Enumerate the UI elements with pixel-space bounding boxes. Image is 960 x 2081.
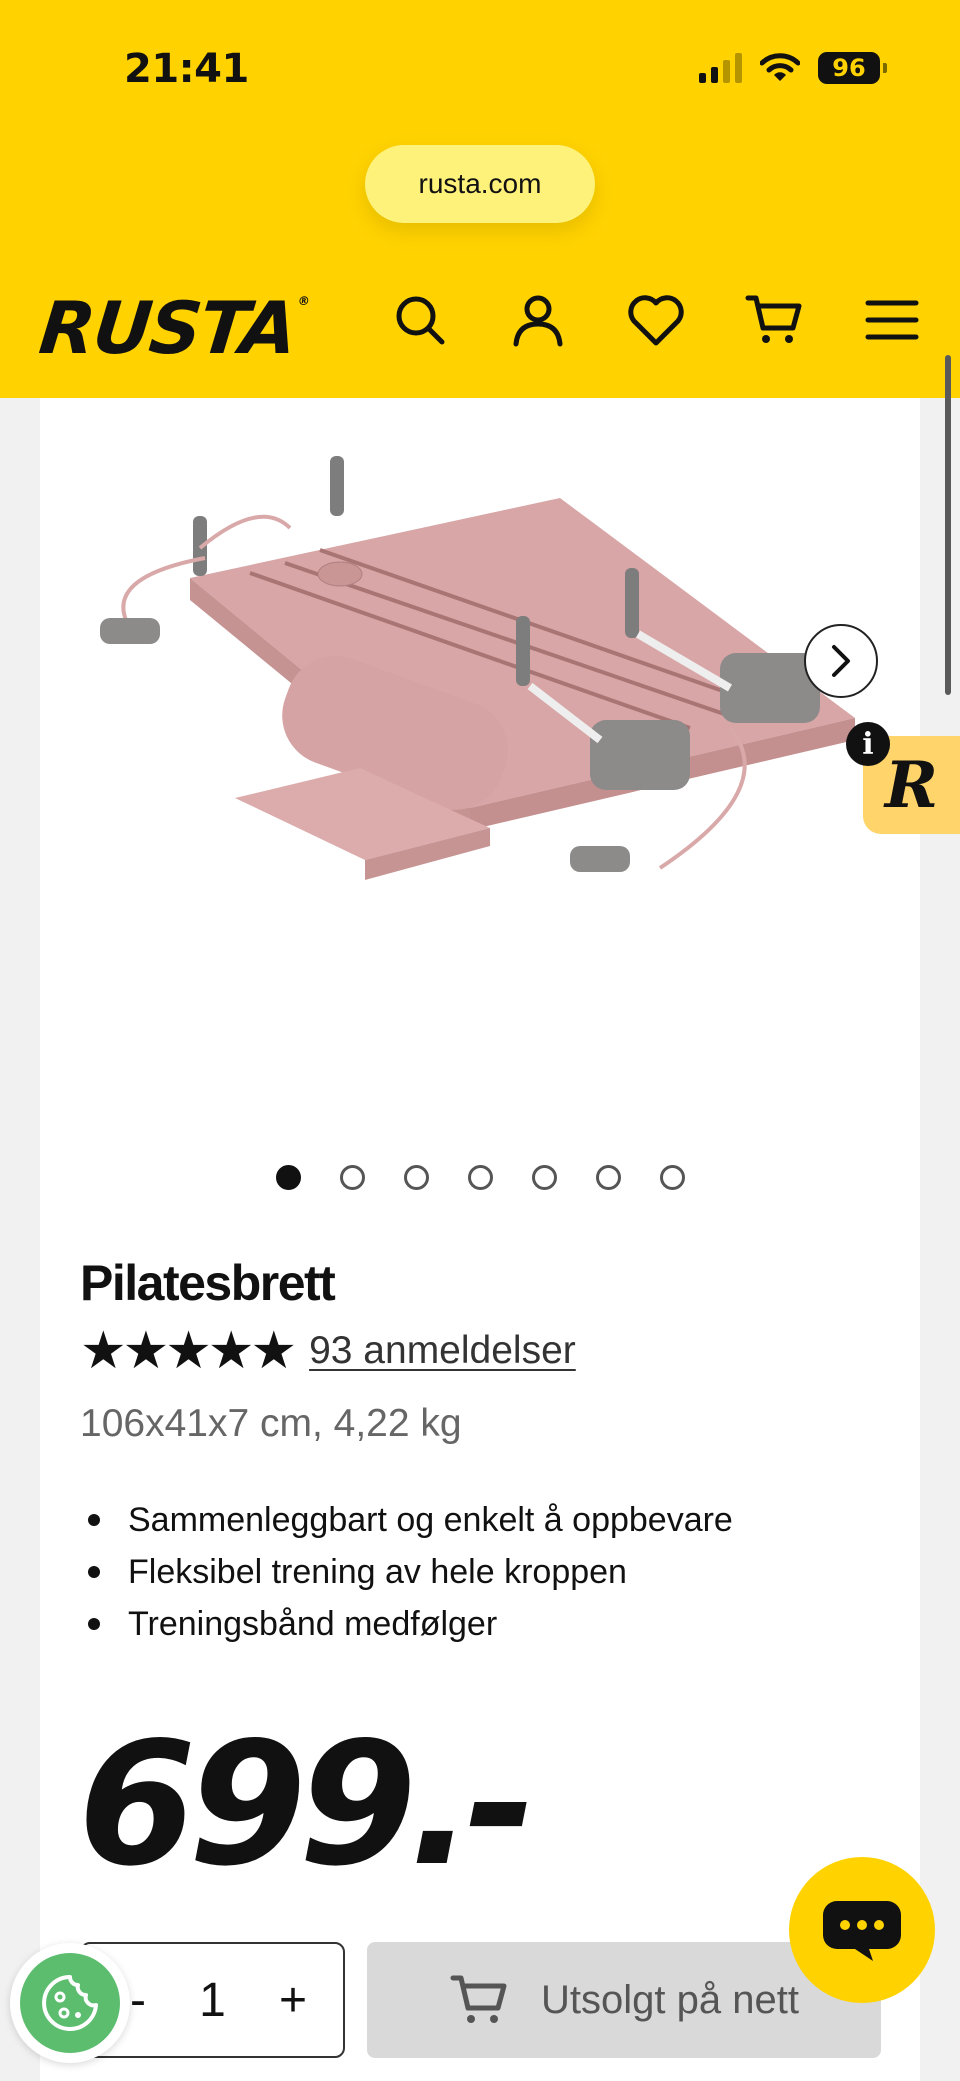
status-icons: 96 (699, 52, 887, 84)
rusta-logo[interactable]: RUSTA® (36, 286, 310, 370)
gallery-dot-3[interactable] (404, 1165, 429, 1190)
rating-stars: ★★★★★ (80, 1322, 297, 1380)
gallery-dot-5[interactable] (532, 1165, 557, 1190)
top-bar: 21:41 96 rusta.com RUSTA® (0, 0, 960, 398)
feature-item: Sammenleggbart og enkelt å oppbevare (80, 1494, 733, 1546)
product-features: Sammenleggbart og enkelt å oppbevare Fle… (80, 1494, 733, 1650)
header-nav (390, 290, 922, 350)
decrease-button[interactable]: - (130, 1973, 146, 2028)
product-price: 699.- (78, 1706, 536, 1904)
url-bar[interactable]: rusta.com (365, 145, 595, 223)
increase-button[interactable]: + (279, 1973, 307, 2028)
cart-icon (450, 1975, 507, 2023)
add-to-cart-label: Utsolgt på nett (541, 1977, 799, 2022)
battery-icon: 96 (818, 52, 887, 84)
cookie-icon (20, 1953, 120, 2053)
wifi-icon (760, 53, 800, 81)
product-title: Pilatesbrett (80, 1255, 336, 1311)
reviews-link[interactable]: 93 anmeldelser (309, 1329, 576, 1373)
info-icon[interactable]: i (846, 722, 890, 766)
cart-icon[interactable] (744, 290, 804, 350)
search-icon[interactable] (390, 290, 450, 350)
feature-item: Fleksibel trening av hele kroppen (80, 1546, 733, 1598)
gallery-dot-2[interactable] (340, 1165, 365, 1190)
next-image-button[interactable] (804, 624, 878, 698)
chat-button[interactable] (789, 1857, 935, 2003)
account-icon[interactable] (508, 290, 568, 350)
gallery-dot-4[interactable] (468, 1165, 493, 1190)
chat-bubble-icon (823, 1901, 901, 1961)
gallery-dot-1[interactable] (276, 1165, 301, 1190)
feature-item: Treningsbånd medfølger (80, 1598, 733, 1650)
status-time: 21:41 (124, 46, 249, 92)
scrollbar[interactable] (945, 355, 951, 695)
menu-icon[interactable] (862, 290, 922, 350)
gallery-dot-7[interactable] (660, 1165, 685, 1190)
product-image[interactable] (40, 398, 920, 958)
chevron-right-icon (832, 645, 850, 677)
signal-icon (699, 53, 742, 83)
gallery-dot-6[interactable] (596, 1165, 621, 1190)
cookie-settings-button[interactable] (10, 1943, 130, 2063)
heart-icon[interactable] (626, 290, 686, 350)
product-dimensions: 106x41x7 cm, 4,22 kg (80, 1402, 462, 1445)
quantity-value[interactable]: 1 (199, 1973, 226, 2028)
gallery-pagination (276, 1165, 685, 1190)
product-rating: ★★★★★ 93 anmeldelser (80, 1325, 576, 1377)
logo-text: RUSTA (35, 286, 300, 370)
